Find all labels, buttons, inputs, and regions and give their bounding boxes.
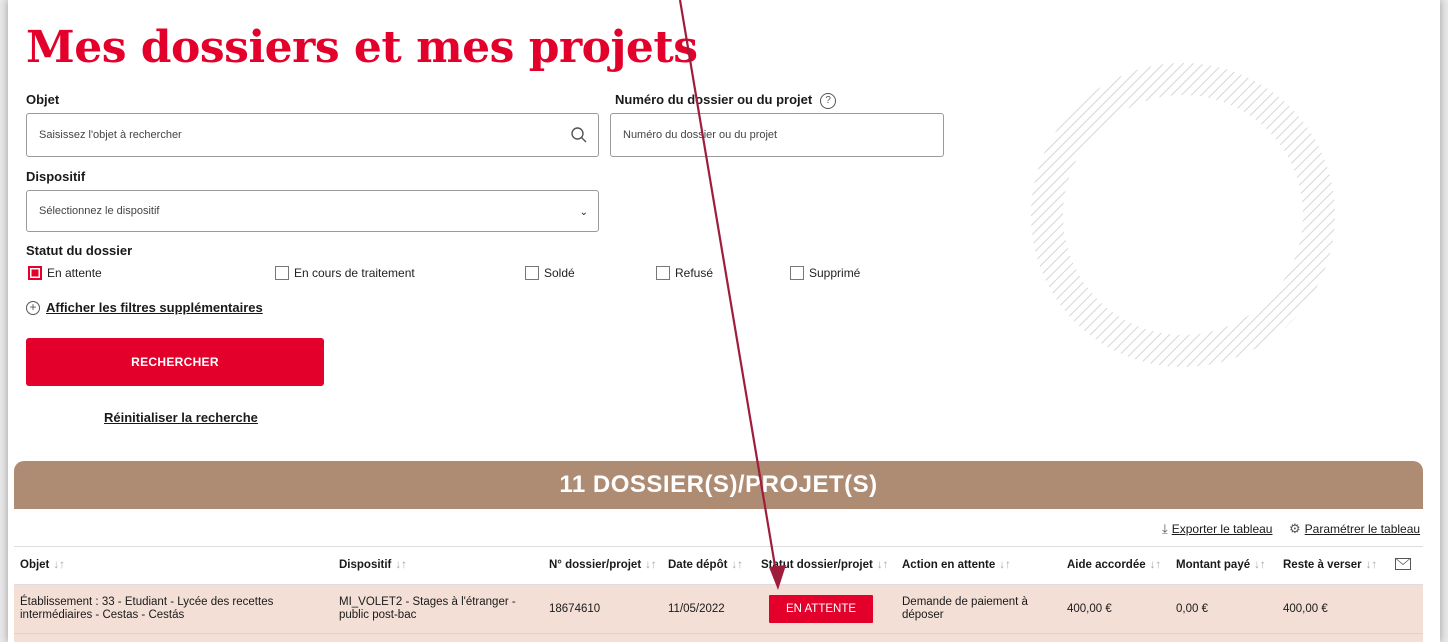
page-title: Mes dossiers et mes projets (26, 22, 698, 73)
column-label: Action en attente (902, 559, 996, 571)
numero-input[interactable]: Numéro du dossier ou du projet (610, 113, 944, 157)
column-header-action[interactable]: Action en attente ↓↑ (902, 559, 1011, 571)
help-icon[interactable]: ? (820, 92, 837, 109)
sort-icon[interactable]: ↓↑ (877, 559, 889, 571)
sort-icon[interactable]: ↓↑ (999, 559, 1011, 571)
search-button[interactable]: RECHERCHER (26, 338, 324, 386)
status-badge: EN ATTENTE (769, 595, 873, 623)
checkbox-icon[interactable] (525, 266, 539, 280)
chevron-down-icon: ⌄ (579, 207, 588, 218)
cell-objet: Établissement : 33 - Etudiant - Lycée de… (20, 596, 273, 622)
column-label: Montant payé (1176, 559, 1251, 571)
cell-numero: 18674610 (549, 603, 601, 615)
cell-paye: 0,00 € (1176, 603, 1208, 615)
objet-placeholder: Saisissez l'objet à rechercher (39, 129, 182, 141)
table-row[interactable] (14, 633, 1423, 642)
column-label: Statut dossier/projet (761, 559, 873, 571)
checkbox-label: En cours de traitement (294, 266, 415, 280)
dispositif-selected-value: Sélectionnez le dispositif (39, 205, 160, 217)
column-header-statut[interactable]: Statut dossier/projet ↓↑ (761, 559, 888, 571)
numero-label-row: Numéro du dossier ou du projet? (615, 92, 837, 109)
app-frame: Mes dossiers et mes projets Objet Saisis… (8, 0, 1440, 642)
column-label: Objet (20, 559, 50, 571)
table-row[interactable]: Établissement : 33 - Etudiant - Lycée de… (14, 585, 1423, 633)
table-toolbar: ⤓ Exporter le tableau ⚙ Paramétrer le ta… (14, 509, 1423, 547)
more-filters-toggle[interactable]: + Afficher les filtres supplémentaires (26, 300, 263, 315)
cell-dispositif: MI_VOLET2 - Stages à l'étranger - public… (339, 596, 516, 622)
cell-dispositif-line: public post-bac (339, 609, 417, 621)
export-table-button[interactable]: ⤓ Exporter le tableau (1162, 521, 1272, 537)
results-count-heading: 11 DOSSIER(S)/PROJET(S) (14, 461, 1423, 509)
sort-icon[interactable]: ↓↑ (1254, 559, 1266, 571)
table-header: Objet ↓↑ Dispositif ↓↑ N° dossier/projet ↓↑… (14, 547, 1423, 585)
cell-aide: 400,00 € (1067, 603, 1112, 615)
settings-icon: ⚙ (1289, 521, 1301, 536)
column-header-paye[interactable]: Montant payé ↓↑ (1176, 559, 1266, 571)
configure-table-label: Paramétrer le tableau (1304, 522, 1421, 536)
column-label: N° dossier/projet (549, 559, 642, 571)
checkbox-checked-icon[interactable] (28, 266, 42, 280)
statut-checkbox-en-cours[interactable]: En cours de traitement (275, 266, 415, 280)
checkbox-icon[interactable] (275, 266, 289, 280)
cell-action-line: déposer (902, 609, 944, 621)
checkbox-icon[interactable] (790, 266, 804, 280)
cell-objet-line: intermédiaires - Cestas - Cestás (20, 609, 185, 621)
checkbox-label: En attente (47, 266, 102, 280)
decorative-hatched-ring (1018, 50, 1348, 380)
cell-action-line: Demande de paiement à (902, 596, 1028, 608)
cell-dispositif-line: MI_VOLET2 - Stages à l'étranger - (339, 596, 516, 608)
column-header-reste[interactable]: Reste à verser ↓↑ (1283, 559, 1377, 571)
objet-label: Objet (26, 92, 60, 107)
cell-action: Demande de paiement à déposer (902, 596, 1028, 622)
sort-icon[interactable]: ↓↑ (1150, 559, 1162, 571)
sort-icon[interactable]: ↓↑ (731, 559, 743, 571)
column-header-objet[interactable]: Objet ↓↑ (20, 559, 65, 571)
column-label: Aide accordée (1067, 559, 1146, 571)
column-header-aide[interactable]: Aide accordée ↓↑ (1067, 559, 1161, 571)
statut-label: Statut du dossier (26, 243, 133, 258)
cell-date: 11/05/2022 (668, 603, 725, 615)
mail-icon[interactable] (1395, 558, 1411, 570)
sort-icon[interactable]: ↓↑ (1366, 559, 1378, 571)
column-label: Reste à verser (1283, 559, 1362, 571)
cell-reste: 400,00 € (1283, 603, 1328, 615)
export-table-label: Exporter le tableau (1171, 522, 1273, 536)
cell-objet-line: Établissement : 33 - Etudiant - Lycée de… (20, 596, 274, 608)
checkbox-label: Soldé (544, 266, 575, 280)
sort-icon[interactable]: ↓↑ (53, 559, 65, 571)
plus-circle-icon: + (26, 300, 40, 315)
dispositif-label: Dispositif (26, 169, 86, 184)
configure-table-button[interactable]: ⚙ Paramétrer le tableau (1289, 521, 1420, 537)
search-icon[interactable] (570, 126, 588, 144)
checkbox-icon[interactable] (656, 266, 670, 280)
column-header-date[interactable]: Date dépôt ↓↑ (668, 559, 743, 571)
numero-placeholder: Numéro du dossier ou du projet (623, 129, 778, 141)
export-icon: ⤓ (1162, 521, 1168, 536)
statut-checkbox-supprime[interactable]: Supprimé (790, 266, 860, 280)
sort-icon[interactable]: ↓↑ (395, 559, 407, 571)
column-header-numero[interactable]: N° dossier/projet ↓↑ (549, 559, 657, 571)
statut-checkbox-en-attente[interactable]: En attente (28, 266, 102, 280)
reset-search-link[interactable]: Réinitialiser la recherche (104, 410, 258, 425)
checkbox-label: Supprimé (809, 266, 861, 280)
objet-search-input[interactable]: Saisissez l'objet à rechercher (26, 113, 599, 157)
sort-icon[interactable]: ↓↑ (645, 559, 657, 571)
more-filters-link[interactable]: Afficher les filtres supplémentaires (46, 300, 263, 315)
statut-checkbox-refuse[interactable]: Refusé (656, 266, 713, 280)
column-label: Date dépôt (668, 559, 728, 571)
numero-label: Numéro du dossier ou du projet (615, 92, 813, 107)
checkbox-label: Refusé (675, 266, 714, 280)
column-header-dispositif[interactable]: Dispositif ↓↑ (339, 559, 407, 571)
column-label: Dispositif (339, 559, 392, 571)
statut-checkbox-solde[interactable]: Soldé (525, 266, 575, 280)
dispositif-select[interactable]: Sélectionnez le dispositif ⌄ (26, 190, 599, 232)
